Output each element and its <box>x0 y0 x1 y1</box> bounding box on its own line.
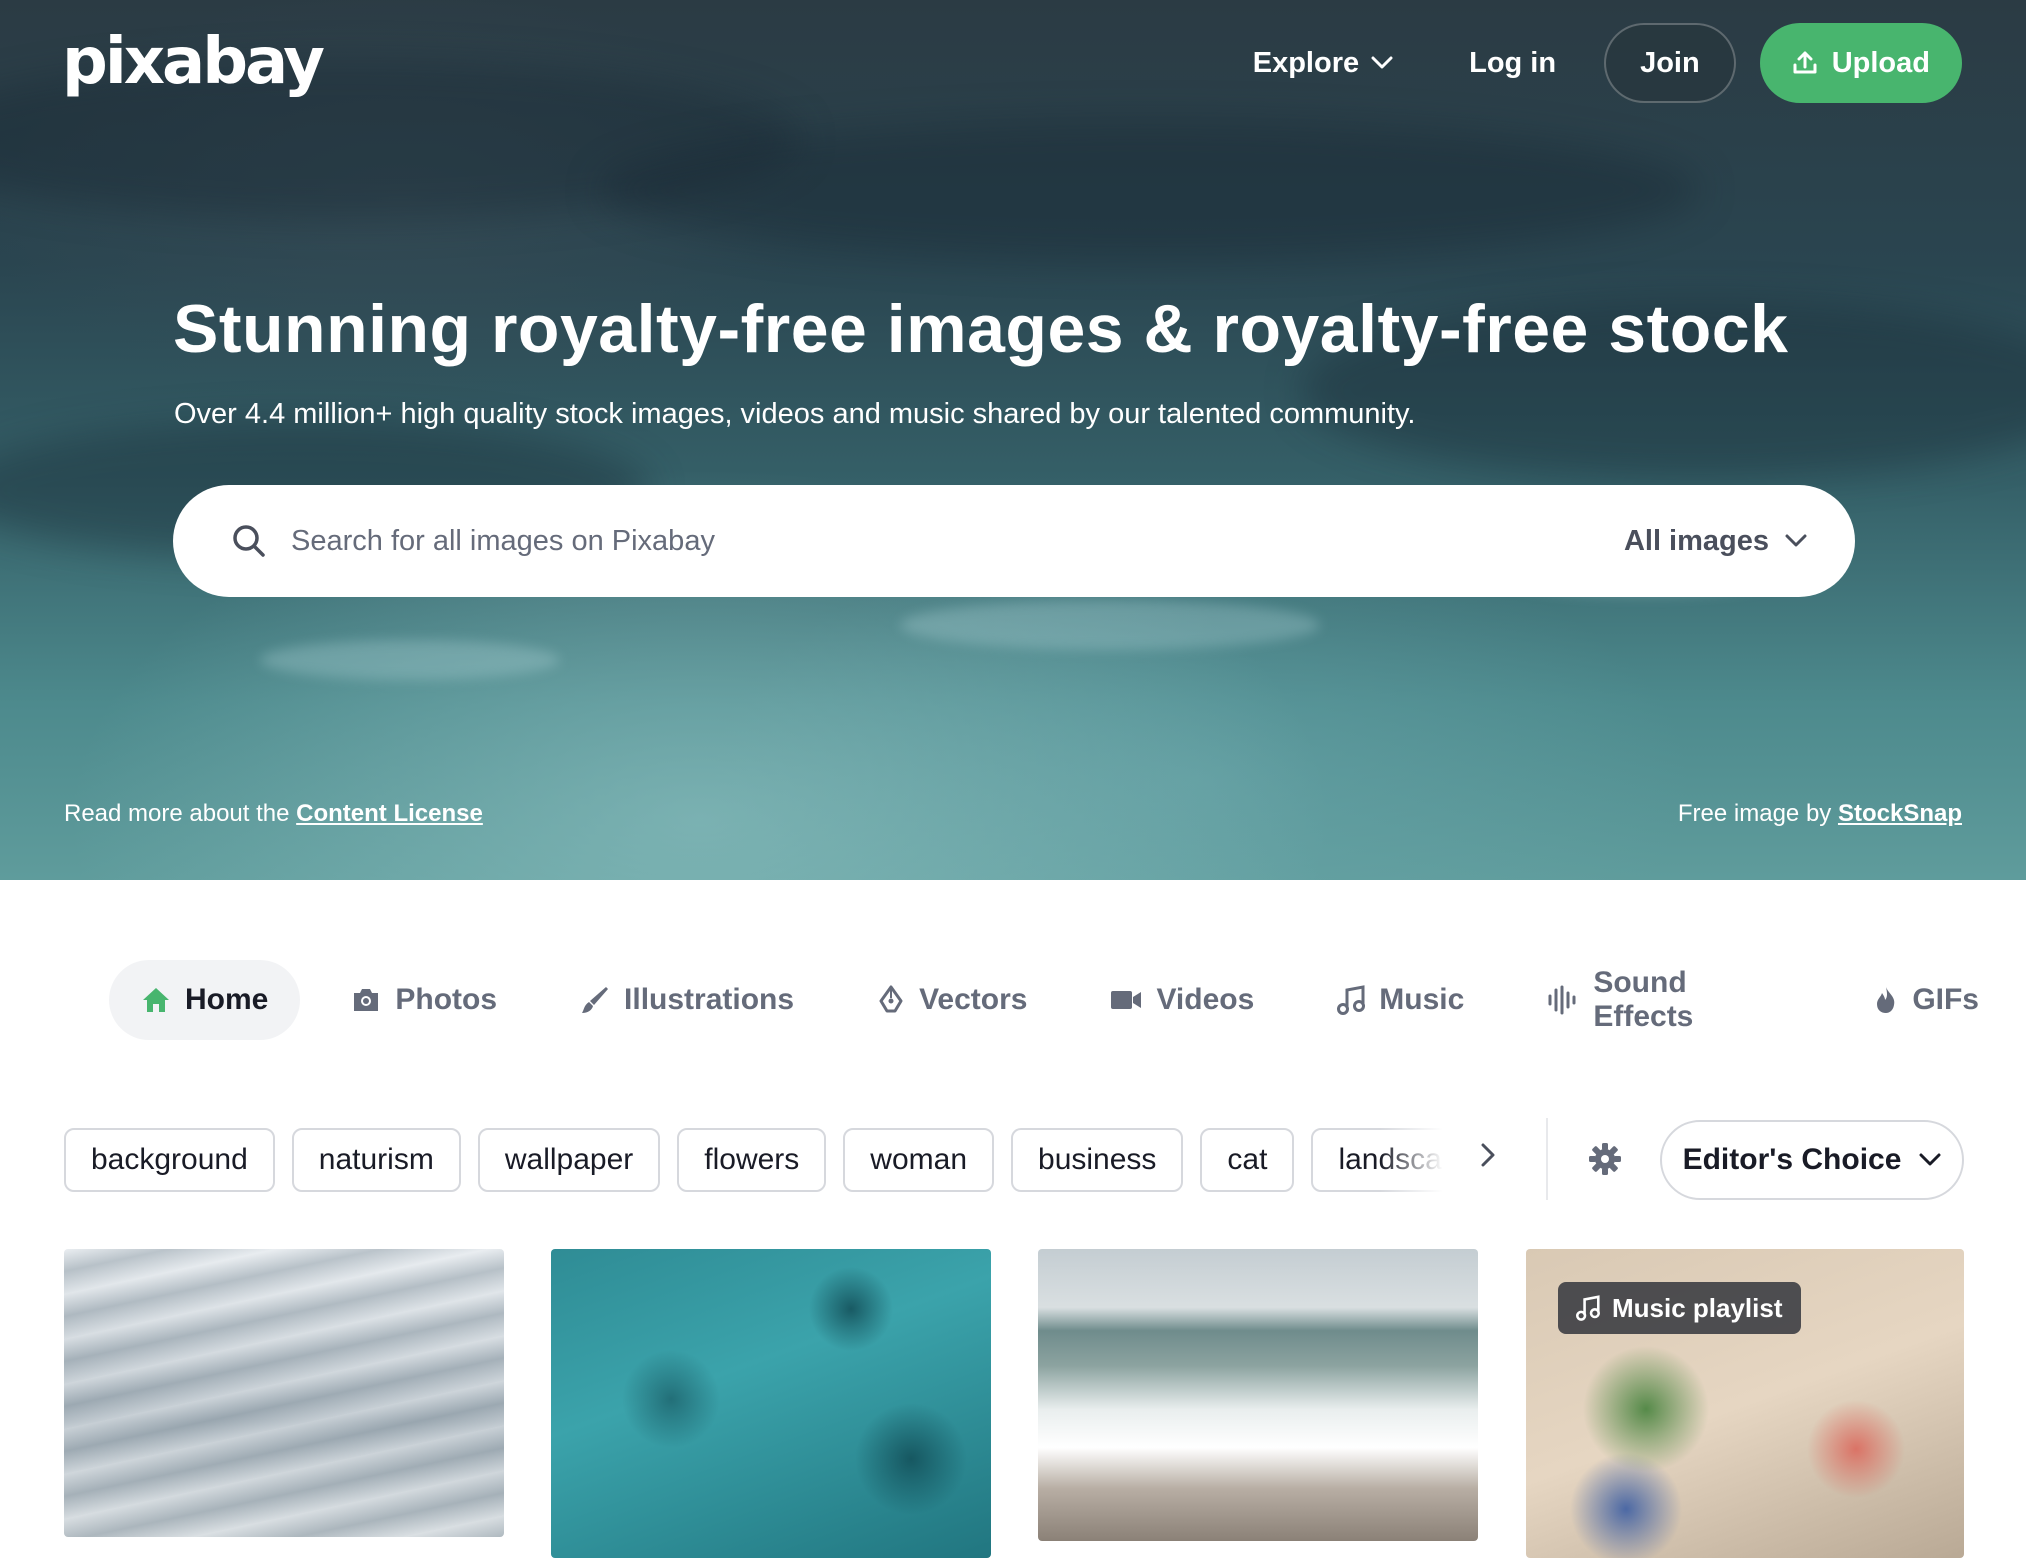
license-note: Read more about the Content License <box>64 800 483 828</box>
content-license-link[interactable]: Content License <box>296 800 483 827</box>
category-tabs: Home Photos Illustrations Vectors Videos… <box>109 960 2030 1040</box>
explore-menu[interactable]: Explore <box>1253 47 1393 80</box>
tab-vectors[interactable]: Vectors <box>845 960 1059 1040</box>
credit-prefix: Free image by <box>1677 800 1838 827</box>
tab-label: Home <box>185 983 269 1016</box>
tab-label: Sound Effects <box>1593 966 1694 1033</box>
image-card-sand[interactable] <box>64 1249 504 1537</box>
music-playlist-badge: Music playlist <box>1558 1282 1801 1334</box>
tab-photos[interactable]: Photos <box>319 960 529 1040</box>
tab-label: GIFs <box>1912 983 1979 1016</box>
tab-illustrations[interactable]: Illustrations <box>548 960 826 1040</box>
camera-icon <box>351 987 381 1013</box>
tab-music[interactable]: Music <box>1305 960 1496 1040</box>
upload-icon <box>1792 50 1818 76</box>
flame-icon <box>1874 985 1898 1015</box>
tag-list: background naturism wallpaper flowers wo… <box>64 1128 1464 1192</box>
tab-label: Videos <box>1156 983 1255 1016</box>
tab-label: Photos <box>395 983 498 1016</box>
video-camera-icon <box>1110 989 1142 1011</box>
tag-chip[interactable]: business <box>1011 1128 1184 1192</box>
upload-label: Upload <box>1831 46 1930 79</box>
license-prefix: Read more about the <box>64 800 297 827</box>
image-card-music-playlist[interactable]: Music playlist <box>1526 1249 1964 1558</box>
badge-label: Music playlist <box>1612 1292 1783 1323</box>
sort-label: Editor's Choice <box>1682 1143 1902 1176</box>
explore-label: Explore <box>1252 46 1360 79</box>
upload-button[interactable]: Upload <box>1759 23 1962 103</box>
login-link[interactable]: Log in <box>1469 47 1556 80</box>
search-type-dropdown[interactable]: All images <box>1624 515 1807 567</box>
hero-banner: pixabay Explore Log in Join Upload Stunn… <box>0 0 2026 880</box>
tab-label: Illustrations <box>624 983 795 1016</box>
waveform-icon <box>1547 985 1579 1015</box>
join-button[interactable]: Join <box>1604 23 1736 103</box>
pen-nib-icon <box>877 985 905 1015</box>
sort-dropdown[interactable]: Editor's Choice <box>1660 1120 1964 1200</box>
tag-chip[interactable]: woman <box>843 1128 995 1192</box>
chevron-right-icon[interactable] <box>1478 1140 1498 1170</box>
tab-videos[interactable]: Videos <box>1078 960 1286 1040</box>
image-credit: Free image by StockSnap <box>1678 800 1962 828</box>
image-card-wave[interactable] <box>1038 1249 1478 1541</box>
top-nav: Explore Log in Join Upload <box>1253 23 1962 103</box>
search-icon[interactable] <box>231 523 267 559</box>
music-note-icon <box>1576 1295 1600 1321</box>
home-icon <box>141 986 171 1014</box>
chevron-down-icon <box>1785 534 1807 548</box>
music-note-icon <box>1337 985 1366 1015</box>
credit-author-link[interactable]: StockSnap <box>1838 800 1962 827</box>
tab-sound-effects[interactable]: Sound Effects <box>1515 960 1823 1040</box>
hero-title: Stunning royalty-free images & royalty-f… <box>173 291 1789 367</box>
tab-home[interactable]: Home <box>109 960 301 1040</box>
hero-subtitle: Over 4.4 million+ high quality stock ima… <box>174 398 1416 430</box>
tags-fade <box>1380 1120 1470 1200</box>
chevron-down-icon <box>1919 1153 1941 1167</box>
tab-label: Vectors <box>919 983 1028 1016</box>
tag-chip[interactable]: background <box>64 1128 275 1192</box>
tab-label: Music <box>1379 983 1465 1016</box>
divider <box>1546 1118 1548 1200</box>
tab-gifs[interactable]: GIFs <box>1842 960 2011 1040</box>
search-input[interactable] <box>291 511 1591 571</box>
chevron-down-icon <box>1371 56 1393 70</box>
image-card-water[interactable] <box>551 1249 991 1558</box>
tag-chip[interactable]: cat <box>1200 1128 1295 1192</box>
pixabay-logo[interactable]: pixabay <box>62 22 325 102</box>
search-bar: All images <box>173 485 1855 597</box>
gear-icon[interactable] <box>1588 1142 1622 1176</box>
brush-icon <box>580 985 610 1015</box>
tag-chip[interactable]: naturism <box>291 1128 461 1192</box>
search-type-label: All images <box>1623 524 1769 557</box>
tag-chip[interactable]: wallpaper <box>477 1128 661 1192</box>
tag-chip[interactable]: flowers <box>677 1128 827 1192</box>
